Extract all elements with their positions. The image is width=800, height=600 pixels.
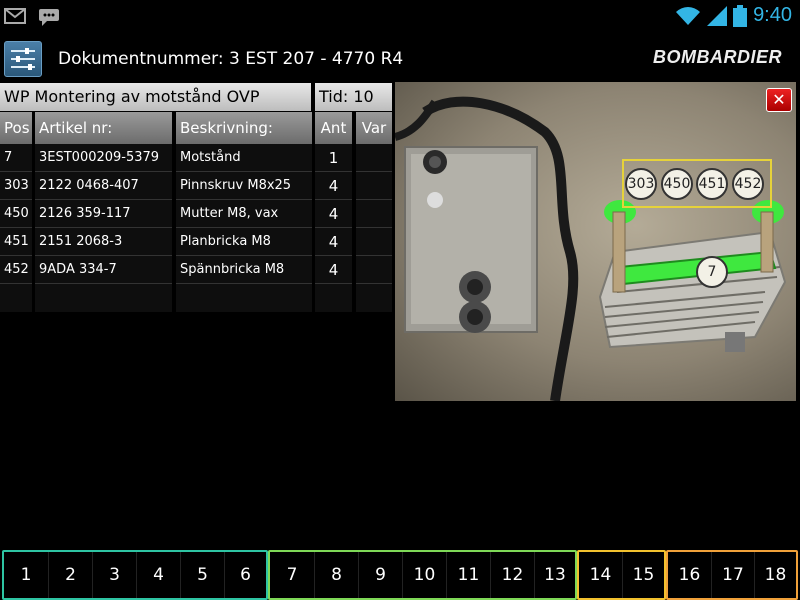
step-button[interactable]: 14 [579,552,622,598]
table-cell-description[interactable]: Spännbricka M8 [176,256,312,284]
table-cell-var[interactable] [356,200,392,228]
close-image-button[interactable]: ✕ [766,88,792,112]
step-group-4: 16 17 18 [666,550,798,600]
table-cell-description[interactable]: Pinnskruv M8x25 [176,172,312,200]
wifi-icon [676,6,701,25]
table-cell-article[interactable]: 3EST000209-5379 [35,144,172,172]
table-cell-pos[interactable]: 7 [0,144,32,172]
table-cell-description[interactable]: Planbricka M8 [176,228,312,256]
notification-icons [4,8,60,26]
callout-marker[interactable]: 303 [625,168,657,200]
table-cell-var[interactable] [356,256,392,284]
brand-logo: BOMBARDIER [653,47,782,67]
table-cell-pos[interactable]: 450 [0,200,32,228]
step-button[interactable]: 15 [622,552,664,598]
table-cell-qty[interactable]: 4 [315,200,352,228]
battery-icon [733,4,748,27]
column-qty: 1 4 4 4 4 [315,144,352,312]
step-group-2: 7 8 9 10 11 12 13 [268,550,577,600]
step-group-3: 14 15 [577,550,666,600]
callout-marker[interactable]: 450 [661,168,693,200]
step-button[interactable]: 6 [224,552,266,598]
system-icons: 9:40 [675,4,792,27]
table-cell-var[interactable] [356,172,392,200]
step-button[interactable]: 17 [711,552,754,598]
app-screen: 9:40 Dokumentnummer: 3 EST 207 - 4770 R4… [0,0,800,600]
table-cell-qty[interactable]: 4 [315,228,352,256]
step-button[interactable]: 16 [668,552,711,598]
step-button[interactable]: 8 [314,552,358,598]
table-cell-qty[interactable]: 1 [315,144,352,172]
status-clock: 9:40 [753,4,792,26]
step-button[interactable]: 2 [48,552,92,598]
step-button[interactable]: 18 [754,552,796,598]
callout-marker[interactable]: 7 [696,256,728,288]
table-cell-qty[interactable]: 4 [315,172,352,200]
table-cell-pos[interactable]: 452 [0,256,32,284]
assembly-photo[interactable]: ✕ 303 450 451 452 7 [395,82,796,401]
step-button[interactable]: 3 [92,552,136,598]
column-header-article: Artikel nr: [35,112,172,144]
table-cell-var[interactable] [356,228,392,256]
assembly-photo-illustration [395,96,787,401]
settings-sliders-icon[interactable] [4,41,42,77]
column-article: 3EST000209-5379 2122 0468-407 2126 359-1… [35,144,172,312]
column-description: Motstånd Pinnskruv M8x25 Mutter M8, vax … [176,144,312,312]
document-number: Dokumentnummer: 3 EST 207 - 4770 R4 [58,49,404,69]
step-button[interactable]: 5 [180,552,224,598]
app-header: Dokumentnummer: 3 EST 207 - 4770 R4 BOMB… [0,38,800,80]
step-button[interactable]: 4 [136,552,180,598]
step-button[interactable]: 9 [358,552,402,598]
signal-icon [707,5,728,26]
table-cell-article[interactable]: 2151 2068-3 [35,228,172,256]
table-cell-pos[interactable]: 303 [0,172,32,200]
step-button[interactable]: 12 [490,552,534,598]
column-pos: 7 303 450 451 452 [0,144,32,312]
step-button[interactable]: 13 [534,552,575,598]
step-button[interactable]: 10 [402,552,446,598]
table-cell-var[interactable] [356,144,392,172]
gmail-icon [4,8,26,24]
table-cell-description[interactable]: Mutter M8, vax [176,200,312,228]
table-cell-description[interactable]: Motstånd [176,144,312,172]
status-bar: 9:40 [0,0,800,34]
column-header-pos: Pos [0,112,32,144]
column-header-var: Var [356,112,392,144]
step-button[interactable]: 11 [446,552,490,598]
table-cell-qty[interactable]: 4 [315,256,352,284]
operation-title: WP Montering av motstånd OVP [0,83,311,111]
callout-marker[interactable]: 452 [732,168,764,200]
close-x-icon: ✕ [772,90,786,109]
table-cell-article[interactable]: 2126 359-117 [35,200,172,228]
column-var [356,144,392,312]
step-group-1: 1 2 3 4 5 6 [2,550,268,600]
table-cell-article[interactable]: 9ADA 334-7 [35,256,172,284]
table-cell-pos[interactable]: 451 [0,228,32,256]
step-button[interactable]: 1 [4,552,48,598]
column-header-description: Beskrivning: [176,112,312,144]
messaging-icon [39,9,59,26]
step-button[interactable]: 7 [270,552,314,598]
column-header-qty: Ant [315,112,352,144]
callout-marker[interactable]: 451 [696,168,728,200]
table-cell-article[interactable]: 2122 0468-407 [35,172,172,200]
operation-time: Tid: 10 [315,83,392,111]
